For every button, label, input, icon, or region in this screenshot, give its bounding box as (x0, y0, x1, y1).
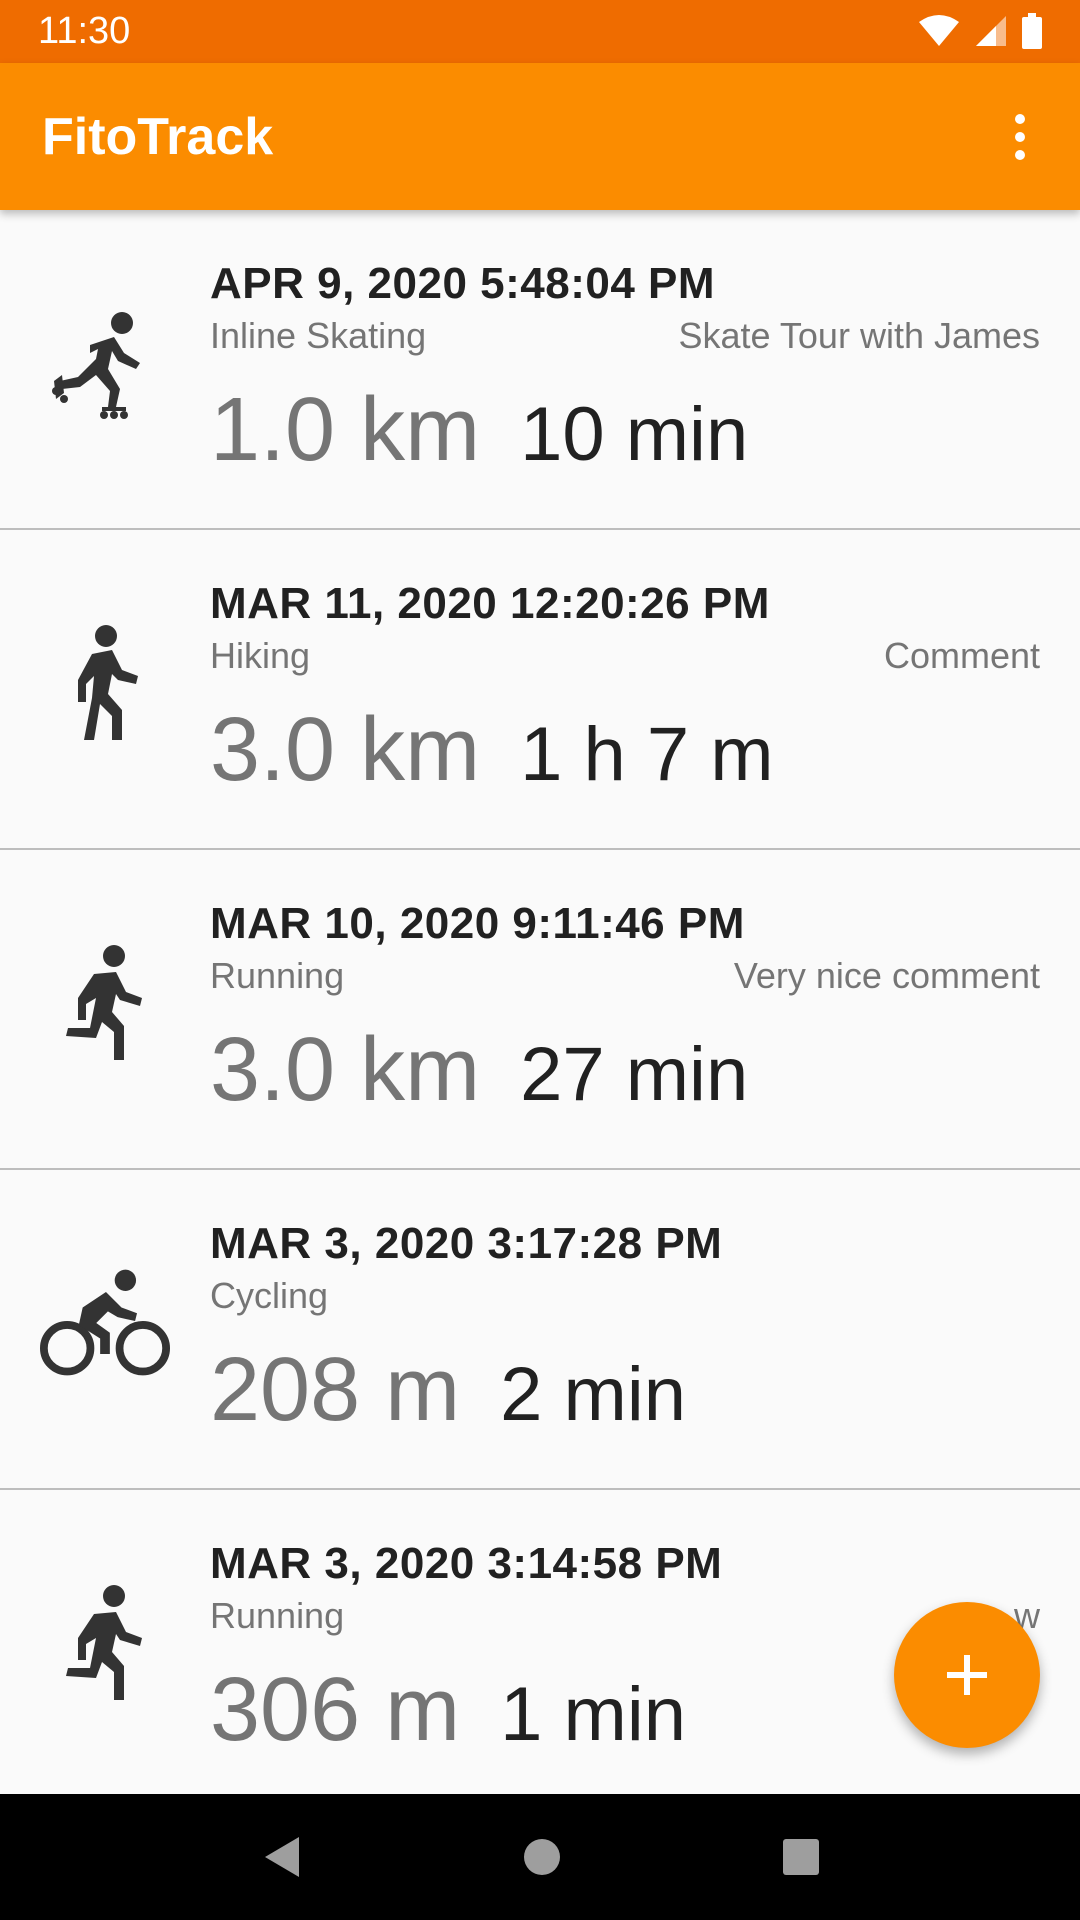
app-bar: FitoTrack (0, 63, 1080, 210)
workout-duration: 10 min (520, 392, 749, 477)
workout-duration: 1 min (500, 1672, 686, 1757)
running-icon (40, 938, 170, 1068)
workout-list[interactable]: APR 9, 2020 5:48:04 PM Inline Skating Sk… (0, 210, 1080, 1794)
workout-card[interactable]: MAR 10, 2020 9:11:46 PM Running Very nic… (0, 850, 1080, 1170)
hiking-icon (40, 618, 170, 748)
workout-distance: 3.0 km (210, 1020, 481, 1120)
workout-date: MAR 3, 2020 3:14:58 PM (210, 1539, 723, 1588)
workout-date: MAR 3, 2020 3:17:28 PM (210, 1219, 723, 1268)
system-nav-bar (0, 1794, 1080, 1920)
home-icon[interactable] (522, 1837, 562, 1877)
status-time: 11:30 (38, 10, 131, 52)
workout-comment: Skate Tour with James (678, 315, 1041, 356)
status-icons (918, 12, 1042, 50)
workout-type: Running (210, 955, 345, 996)
status-bar: 11:30 (0, 0, 1080, 63)
wifi-icon (919, 15, 959, 46)
app-title: FitoTrack (42, 108, 274, 166)
more-vert-icon (1015, 114, 1025, 124)
battery-icon (1022, 13, 1042, 49)
workout-type: Running (210, 1595, 345, 1636)
overflow-menu-button[interactable] (984, 99, 1056, 175)
workout-metrics: 306 m 1 min (210, 1658, 686, 1767)
workout-comment: Comment (883, 635, 1040, 676)
inline-skating-icon (40, 298, 170, 428)
running-icon (40, 1578, 170, 1708)
workout-distance: 306 m (210, 1660, 461, 1760)
workout-distance: 1.0 km (210, 380, 481, 480)
workout-metrics: 208 m 2 min (210, 1338, 686, 1447)
workout-date: MAR 11, 2020 12:20:26 PM (210, 579, 770, 628)
workout-distance: 3.0 km (210, 700, 481, 800)
plus-icon (947, 1655, 987, 1695)
signal-icon (976, 16, 1006, 46)
workout-date: APR 9, 2020 5:48:04 PM (210, 259, 716, 308)
workout-distance: 208 m (210, 1340, 461, 1440)
add-workout-button[interactable] (894, 1602, 1040, 1748)
workout-metrics: 3.0 km 1 h 7 m (210, 698, 774, 807)
workout-date: MAR 10, 2020 9:11:46 PM (210, 899, 745, 948)
workout-card[interactable]: APR 9, 2020 5:48:04 PM Inline Skating Sk… (0, 210, 1080, 530)
workout-metrics: 1.0 km 10 min (210, 378, 748, 487)
workout-duration: 2 min (500, 1352, 686, 1437)
workout-card[interactable]: MAR 11, 2020 12:20:26 PM Hiking Comment … (0, 530, 1080, 850)
workout-comment: Very nice comment (733, 955, 1040, 996)
workout-type: Inline Skating (210, 315, 427, 356)
cycling-icon (40, 1258, 170, 1388)
workout-type: Hiking (210, 635, 311, 676)
workout-card[interactable]: MAR 3, 2020 3:17:28 PM Cycling 208 m 2 m… (0, 1170, 1080, 1490)
workout-duration: 1 h 7 m (520, 712, 774, 797)
recents-icon[interactable] (781, 1837, 821, 1877)
back-icon[interactable] (259, 1833, 303, 1881)
workout-metrics: 3.0 km 27 min (210, 1018, 748, 1127)
workout-type: Cycling (210, 1275, 329, 1316)
workout-duration: 27 min (520, 1032, 749, 1117)
